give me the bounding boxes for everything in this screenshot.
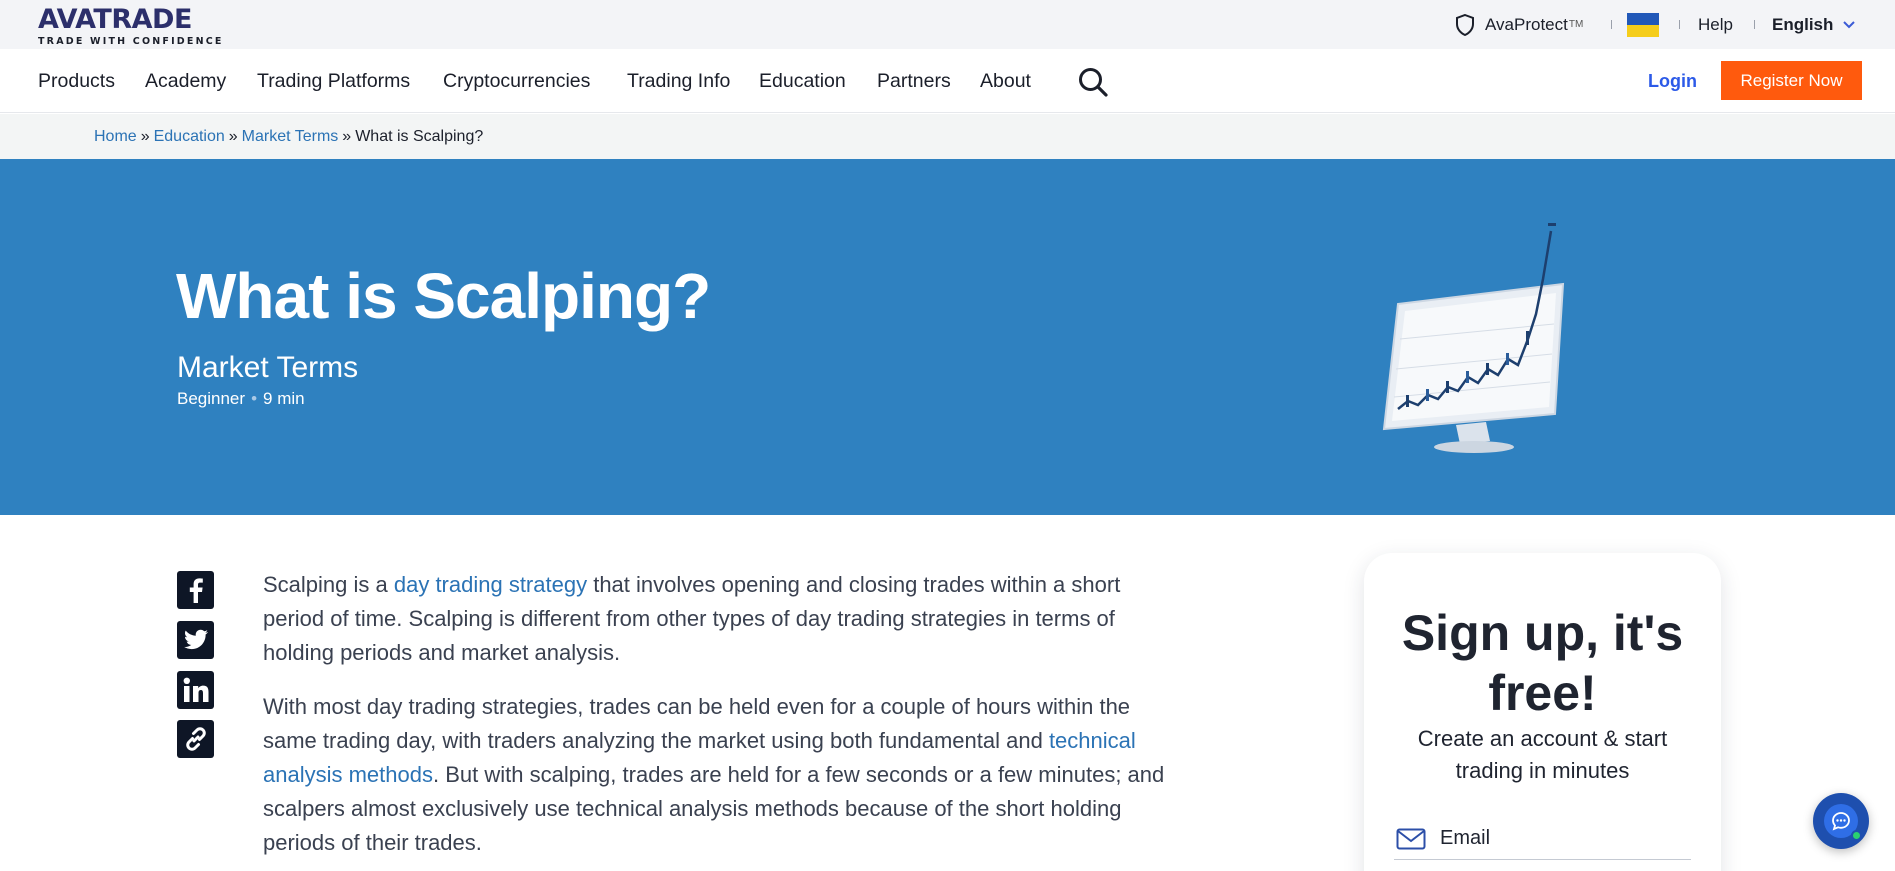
logo-wordmark: AVATRADE <box>38 4 192 35</box>
page-title: What is Scalping? <box>176 260 711 332</box>
facebook-share-button[interactable] <box>177 571 214 609</box>
signup-title: Sign up, it's free! <box>1401 605 1684 721</box>
nav-item-about[interactable]: About <box>980 49 1031 113</box>
linkedin-icon <box>183 677 208 702</box>
hero-meta: Beginner • 9 min <box>177 389 305 409</box>
email-field-row <box>1394 818 1691 860</box>
shield-icon <box>1456 13 1474 36</box>
breadcrumb-education[interactable]: Education <box>154 128 225 145</box>
breadcrumb-current: What is Scalping? <box>355 128 484 145</box>
nav-item-partners[interactable]: Partners <box>877 49 951 113</box>
article-body: Scalping is a day trading strategy that … <box>263 568 1183 871</box>
main-nav: Products Academy Trading Platforms Crypt… <box>0 49 1895 113</box>
avaprotect-label: AvaProtect <box>1485 14 1568 34</box>
online-status-dot <box>1851 830 1862 841</box>
divider <box>1611 20 1612 29</box>
nav-item-academy[interactable]: Academy <box>145 49 226 113</box>
avatrade-logo[interactable]: AVATRADE TRADE WITH CONFIDENCE <box>38 4 228 48</box>
breadcrumb-separator: » <box>228 128 238 145</box>
breadcrumb-market-terms[interactable]: Market Terms <box>242 128 339 145</box>
read-time: 9 min <box>263 389 305 408</box>
paragraph-text: With most day trading strategies, trades… <box>263 694 1131 753</box>
ukraine-flag-icon <box>1627 13 1659 37</box>
twitter-share-button[interactable] <box>177 621 214 659</box>
nav-item-trading-platforms[interactable]: Trading Platforms <box>257 49 410 113</box>
twitter-icon <box>183 629 208 650</box>
chevron-down-icon <box>1843 17 1856 32</box>
divider <box>1754 20 1755 29</box>
login-link[interactable]: Login <box>1648 49 1697 113</box>
avaprotect-link[interactable]: AvaProtect TM <box>1455 0 1583 49</box>
logo-tagline: TRADE WITH CONFIDENCE <box>38 36 224 47</box>
monitor-chart-illustration <box>1382 223 1565 453</box>
avaprotect-tm: TM <box>1568 19 1584 30</box>
article-paragraph: Scalping is a day trading strategy that … <box>263 568 1183 670</box>
article-paragraph: With most day trading strategies, trades… <box>263 690 1183 860</box>
day-trading-strategy-link[interactable]: day trading strategy <box>394 572 587 597</box>
linkedin-share-button[interactable] <box>177 671 214 709</box>
language-selector[interactable]: English <box>1772 0 1856 49</box>
signup-card: Sign up, it's free! Create an account & … <box>1364 553 1721 871</box>
nav-item-trading-info[interactable]: Trading Info <box>627 49 730 113</box>
breadcrumb-bar: Home» Education» Market Terms» What is Scal… <box>0 114 1895 159</box>
meta-dot: • <box>251 389 258 408</box>
facebook-icon <box>189 578 203 603</box>
nav-item-products[interactable]: Products <box>38 49 115 113</box>
divider <box>1679 20 1680 29</box>
breadcrumb-home[interactable]: Home <box>94 128 137 145</box>
link-icon <box>185 727 206 751</box>
breadcrumb: Home» Education» Market Terms» What is Scal… <box>94 114 483 159</box>
chat-widget-button[interactable] <box>1813 793 1869 849</box>
hero-category: Market Terms <box>177 351 359 384</box>
utility-bar: AVATRADE TRADE WITH CONFIDENCE AvaProtec… <box>0 0 1895 49</box>
signup-subtitle: Create an account & start trading in min… <box>1417 726 1668 783</box>
copy-link-button[interactable] <box>177 720 214 758</box>
email-field[interactable] <box>1440 827 1680 850</box>
hero-banner: What is Scalping? Market Terms Beginner •… <box>0 159 1895 515</box>
level-label: Beginner <box>177 389 246 408</box>
language-label: English <box>1772 14 1834 34</box>
envelope-icon <box>1396 828 1426 849</box>
breadcrumb-separator: » <box>342 128 352 145</box>
help-link[interactable]: Help <box>1698 0 1733 49</box>
search-icon[interactable] <box>1078 67 1108 97</box>
nav-item-cryptocurrencies[interactable]: Cryptocurrencies <box>443 49 590 113</box>
breadcrumb-separator: » <box>140 128 150 145</box>
nav-item-education[interactable]: Education <box>759 49 846 113</box>
register-now-button[interactable]: Register Now <box>1721 61 1862 100</box>
paragraph-text: Scalping is a <box>263 572 394 597</box>
